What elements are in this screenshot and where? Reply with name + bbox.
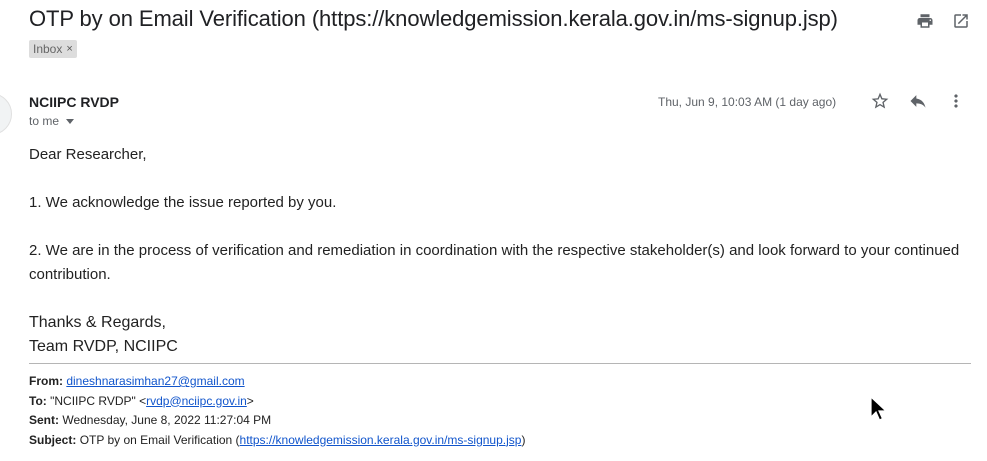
fwd-subject-row: Subject: OTP by on Email Verification (h… xyxy=(29,431,525,451)
fwd-to-row: To: "NCIIPC RVDP" <rvdp@nciipc.gov.in> xyxy=(29,392,525,412)
signature-line-1: Thanks & Regards, xyxy=(29,314,166,331)
email-subject: OTP by on Email Verification (https://kn… xyxy=(29,6,838,31)
open-in-new-window-icon xyxy=(954,14,968,28)
fwd-to-name: "NCIIPC RVDP" < xyxy=(50,393,147,408)
reply-button[interactable] xyxy=(908,91,928,111)
fwd-subject-label: Subject: xyxy=(29,432,77,447)
greeting: Dear Researcher, xyxy=(29,146,147,163)
paragraph-1: 1. We acknowledge the issue reported by … xyxy=(29,194,337,211)
inbox-label-chip[interactable]: Inbox × xyxy=(29,40,77,58)
fwd-from-row: From: dineshnarasimhan27@gmail.com xyxy=(29,372,525,392)
sender-name[interactable]: NCIIPC RVDP xyxy=(29,94,119,110)
fwd-sent-label: Sent: xyxy=(29,413,59,427)
message-body: Dear Researcher, 1. We acknowledge the i… xyxy=(29,143,969,359)
fwd-to-label: To: xyxy=(29,393,47,408)
more-options-button[interactable] xyxy=(946,91,966,111)
remove-label-button[interactable]: × xyxy=(66,43,72,55)
sender-avatar xyxy=(0,93,12,135)
star-icon xyxy=(871,92,889,109)
fwd-from-label: From: xyxy=(29,374,63,388)
recipient-details-toggle[interactable]: to me xyxy=(29,114,75,128)
fwd-sent-value: Wednesday, June 8, 2022 11:27:04 PM xyxy=(62,413,272,427)
quoted-divider xyxy=(29,363,971,364)
signature-line-2: Team RVDP, NCIIPC xyxy=(29,338,178,355)
label-chip-text: Inbox xyxy=(33,42,63,56)
fwd-subject-link[interactable]: https://knowledgemission.kerala.gov.in/m… xyxy=(240,433,522,447)
star-button[interactable] xyxy=(870,91,890,111)
fwd-subject-prefix: OTP by on Email Verification ( xyxy=(79,432,240,447)
fwd-to-email-link[interactable]: rvdp@nciipc.gov.in xyxy=(146,394,247,408)
open-in-new-window-button[interactable] xyxy=(951,11,971,31)
message-date: Thu, Jun 9, 10:03 AM (1 day ago) xyxy=(658,95,837,109)
thread-toolbar xyxy=(915,11,971,31)
to-line: to me xyxy=(29,114,60,128)
printer-icon xyxy=(917,14,933,28)
more-vertical-icon xyxy=(954,94,958,108)
message-actions xyxy=(870,91,966,111)
fwd-subject-suffix: ) xyxy=(521,432,526,447)
mouse-cursor-icon xyxy=(870,395,888,429)
forwarded-header: From: dineshnarasimhan27@gmail.com To: "… xyxy=(29,372,525,450)
paragraph-2: 2. We are in the process of verification… xyxy=(29,242,960,283)
fwd-from-email-link[interactable]: dineshnarasimhan27@gmail.com xyxy=(66,374,244,388)
fwd-sent-row: Sent: Wednesday, June 8, 2022 11:27:04 P… xyxy=(29,411,525,431)
print-button[interactable] xyxy=(915,11,935,31)
reply-icon xyxy=(910,95,926,108)
chevron-down-icon xyxy=(66,118,75,124)
fwd-to-close: > xyxy=(246,393,254,408)
